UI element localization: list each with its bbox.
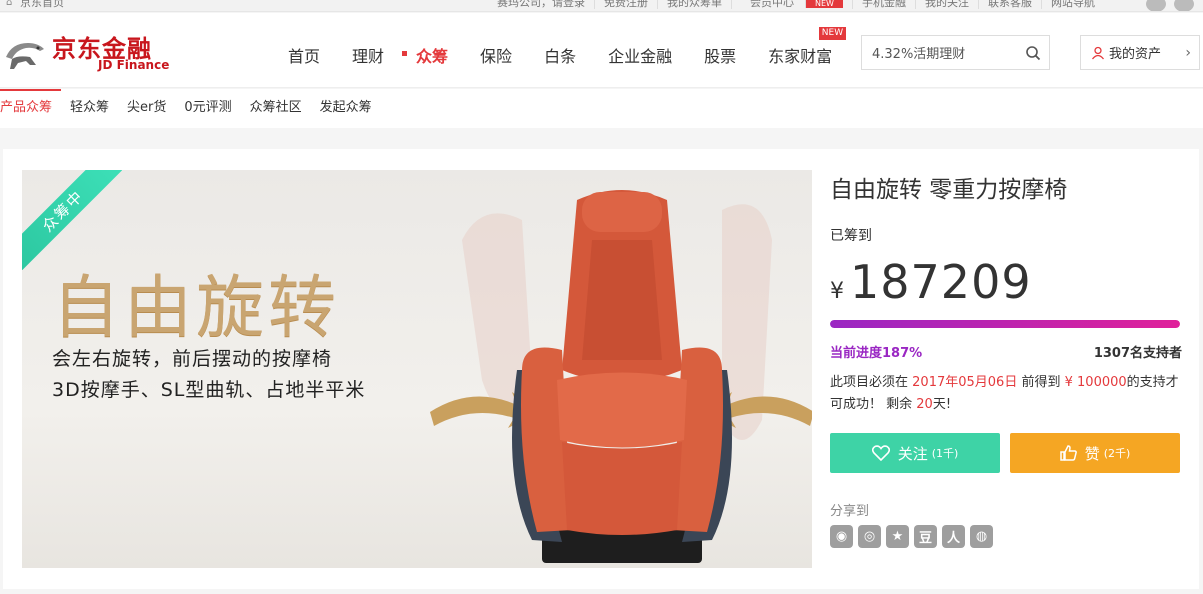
jd-home-link[interactable]: ⌂ 京东首页 [6, 0, 64, 8]
jd-dog-logo-icon [6, 43, 44, 69]
desc-part-d: 天! [932, 397, 952, 412]
project-deadline-text: 此项目必须在 2017年05月06日 前得到 ¥ 100000的支持才可成功！ … [830, 372, 1182, 416]
login-link[interactable]: 赛玛公司，请登录 [488, 0, 594, 9]
desc-part-a: 此项目必须在 [830, 375, 909, 390]
site-nav-link[interactable]: 网站导航 [1040, 0, 1104, 9]
wechat-share-icon[interactable]: ◍ [970, 525, 993, 548]
search-input[interactable] [862, 36, 1012, 69]
subnav-community[interactable]: 众筹社区 [241, 89, 311, 128]
social-icons [1146, 0, 1194, 11]
massage-chair-image [430, 190, 812, 563]
nav-home[interactable]: 首页 [272, 43, 336, 67]
desc-part-b: 前得到 [1021, 375, 1061, 390]
nav-baitiao[interactable]: 白条 [528, 43, 592, 67]
follow-label: 关注 [897, 444, 928, 463]
nav-enterprise[interactable]: 企业金融 [592, 43, 688, 67]
my-assets-button[interactable]: 我的资产 › [1080, 35, 1200, 70]
days-remaining: 20 [916, 397, 933, 412]
subnav-jianer[interactable]: 尖er货 [118, 89, 175, 128]
like-label: 赞 [1084, 444, 1100, 463]
nav-dongjia[interactable]: 东家财富 NEW [752, 27, 848, 67]
jd-home-label: 京东首页 [20, 0, 64, 9]
main-header: 京东金融 JD Finance 首页 理财 众筹 保险 白条 企业金融 股票 东… [0, 13, 1203, 88]
subnav-light-crowdfunding[interactable]: 轻众筹 [61, 89, 118, 128]
ribbon-text: 众筹中 [22, 170, 122, 270]
member-center-link[interactable]: 会员中心 NEW [731, 0, 852, 9]
nav-stocks[interactable]: 股票 [688, 43, 752, 67]
douban-share-icon[interactable]: 豆 [914, 525, 937, 548]
search-icon[interactable] [1025, 45, 1041, 61]
weibo-share-icon[interactable]: ◉ [830, 525, 853, 548]
raised-amount-value: 187209 [850, 255, 1032, 309]
project-title: 自由旋转 零重力按摩椅 [830, 177, 1068, 203]
my-assets-label: 我的资产 [1109, 47, 1162, 62]
progress-bar [830, 320, 1180, 328]
mobile-finance-link[interactable]: 手机金融 [851, 0, 915, 9]
raised-label: 已筹到 [830, 228, 872, 244]
weibo-icon[interactable] [1146, 0, 1166, 11]
share-icons: ◉ ◎ ★ 豆 人 ◍ [830, 525, 993, 548]
my-crowdfunding-link[interactable]: 我的众筹单 [657, 0, 731, 9]
progress-text: 当前进度187% [830, 346, 923, 361]
thumbs-up-icon [1059, 445, 1077, 461]
topbar-links: 赛玛公司，请登录 免费注册 我的众筹单 会员中心 NEW 手机金融 我的关注 联系… [488, 0, 1104, 9]
follow-button[interactable]: 关注 (1千) [830, 433, 1000, 473]
user-icon [1091, 46, 1105, 59]
project-info: 自由旋转 零重力按摩椅 已筹到 ¥ 187209 当前进度187% 1307名支… [830, 170, 1182, 570]
qzone-share-icon[interactable]: ★ [886, 525, 909, 548]
wechat-icon[interactable] [1174, 0, 1194, 11]
register-link[interactable]: 免费注册 [594, 0, 657, 9]
tencent-share-icon[interactable]: ◎ [858, 525, 881, 548]
new-tag: NEW [818, 27, 847, 40]
currency-symbol: ¥ [830, 279, 844, 304]
top-utility-bar: ⌂ 京东首页 赛玛公司，请登录 免费注册 我的众筹单 会员中心 NEW 手机金融 … [0, 0, 1203, 12]
like-button[interactable]: 赞 (2千) [1010, 433, 1180, 473]
project-card: 自由旋转 会左右旋转，前后摆动的按摩椅 3D按摩手、SL型曲轨、占地半平米 众筹… [3, 149, 1199, 589]
banner-line-1: 会左右旋转，前后摆动的按摩椅 [52, 348, 333, 370]
deadline-date: 2017年05月06日 [912, 375, 1018, 390]
jd-finance-logo[interactable]: 京东金融 JD Finance [0, 29, 170, 79]
nav-wealth[interactable]: 理财 [336, 43, 400, 67]
goal-amount: ¥ 100000 [1064, 375, 1127, 390]
like-count: (2千) [1103, 447, 1131, 460]
crowdfunding-status-ribbon: 众筹中 [22, 170, 122, 270]
nav-dongjia-label: 东家财富 [768, 47, 833, 66]
main-nav: 首页 理财 众筹 保险 白条 企业金融 股票 东家财富 NEW [272, 27, 848, 67]
logo-text-en: JD Finance [98, 58, 170, 72]
member-center-label: 会员中心 [750, 0, 794, 9]
heart-icon [871, 445, 890, 461]
chevron-right-icon: › [1185, 45, 1191, 61]
banner-line-2: 3D按摩手、SL型曲轨、占地半平米 [52, 379, 366, 401]
renren-share-icon[interactable]: 人 [942, 525, 965, 548]
subnav-free-review[interactable]: 0元评测 [175, 89, 240, 128]
share-label: 分享到 [830, 504, 870, 519]
sub-nav: 产品众筹 轻众筹 尖er货 0元评测 众筹社区 发起众筹 [0, 89, 1203, 128]
home-icon: ⌂ [6, 0, 13, 8]
subnav-launch[interactable]: 发起众筹 [311, 89, 381, 128]
my-follow-link[interactable]: 我的关注 [914, 0, 978, 9]
customer-service-link[interactable]: 联系客服 [977, 0, 1041, 9]
progress-bar-fill [830, 320, 1180, 328]
supporters-count: 1307名支持者 [1093, 346, 1182, 361]
subnav-product-crowdfunding[interactable]: 产品众筹 [0, 89, 62, 128]
new-badge: NEW [805, 0, 843, 8]
nav-crowdfunding[interactable]: 众筹 [400, 43, 464, 67]
follow-count: (1千) [931, 447, 959, 460]
nav-insurance[interactable]: 保险 [464, 43, 528, 67]
project-banner[interactable]: 自由旋转 会左右旋转，前后摆动的按摩椅 3D按摩手、SL型曲轨、占地半平米 众筹… [22, 170, 812, 568]
search-box [861, 35, 1050, 70]
raised-amount: ¥ 187209 [830, 255, 1032, 309]
